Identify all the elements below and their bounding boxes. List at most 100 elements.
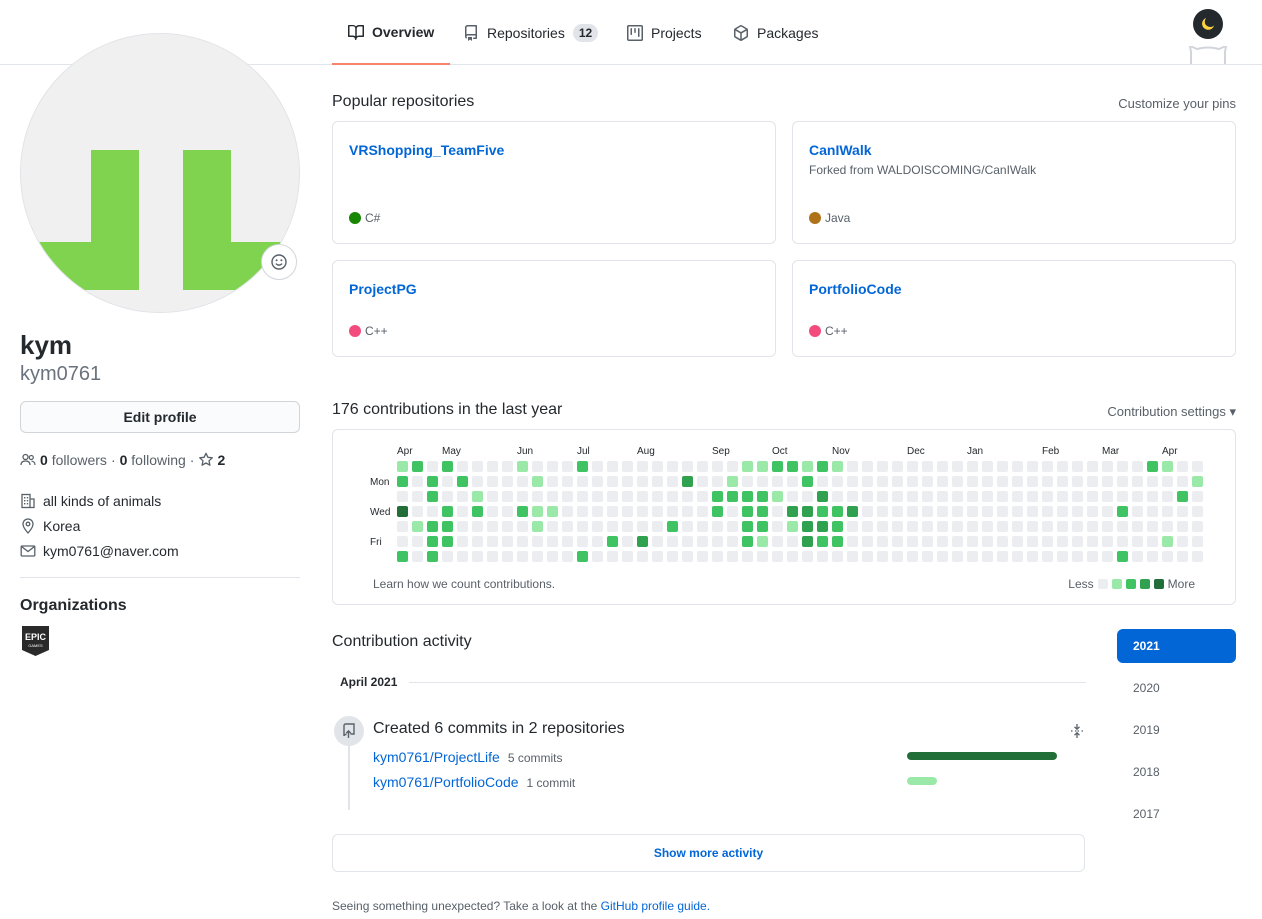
contribution-day[interactable]	[667, 536, 678, 547]
contribution-day[interactable]	[427, 551, 438, 562]
contribution-day[interactable]	[457, 521, 468, 532]
contribution-day[interactable]	[1192, 521, 1203, 532]
contribution-day[interactable]	[577, 521, 588, 532]
contribution-day[interactable]	[892, 461, 903, 472]
contribution-day[interactable]	[712, 551, 723, 562]
contribution-day[interactable]	[442, 476, 453, 487]
contribution-day[interactable]	[397, 506, 408, 517]
contribution-day[interactable]	[1057, 506, 1068, 517]
dark-mode-toggle[interactable]	[1193, 9, 1223, 39]
contribution-day[interactable]	[892, 476, 903, 487]
contribution-day[interactable]	[862, 476, 873, 487]
contribution-day[interactable]	[1162, 551, 1173, 562]
contribution-day[interactable]	[1072, 491, 1083, 502]
contribution-day[interactable]	[502, 491, 513, 502]
contribution-day[interactable]	[1012, 521, 1023, 532]
contribution-day[interactable]	[862, 461, 873, 472]
contribution-day[interactable]	[487, 521, 498, 532]
contribution-day[interactable]	[592, 521, 603, 532]
contribution-day[interactable]	[547, 461, 558, 472]
contribution-day[interactable]	[457, 476, 468, 487]
contribution-day[interactable]	[907, 521, 918, 532]
contribution-day[interactable]	[847, 536, 858, 547]
contribution-day[interactable]	[502, 476, 513, 487]
contribution-day[interactable]	[517, 506, 528, 517]
contribution-day[interactable]	[832, 551, 843, 562]
contribution-day[interactable]	[697, 461, 708, 472]
contribution-day[interactable]	[787, 521, 798, 532]
tab-projects[interactable]: Projects	[611, 0, 718, 65]
contribution-day[interactable]	[1147, 551, 1158, 562]
contribution-day[interactable]	[1042, 491, 1053, 502]
edit-profile-button[interactable]: Edit profile	[20, 401, 300, 433]
contribution-day[interactable]	[1162, 506, 1173, 517]
contribution-day[interactable]	[532, 476, 543, 487]
contribution-day[interactable]	[832, 461, 843, 472]
contribution-day[interactable]	[1117, 521, 1128, 532]
contribution-day[interactable]	[457, 551, 468, 562]
contribution-day[interactable]	[1057, 461, 1068, 472]
contribution-day[interactable]	[562, 551, 573, 562]
contribution-day[interactable]	[697, 521, 708, 532]
contribution-day[interactable]	[472, 461, 483, 472]
contribution-day[interactable]	[1027, 461, 1038, 472]
contribution-day[interactable]	[937, 521, 948, 532]
contribution-day[interactable]	[1117, 476, 1128, 487]
tab-overview[interactable]: Overview	[332, 0, 451, 65]
contribution-day[interactable]	[1012, 551, 1023, 562]
set-status-button[interactable]	[261, 244, 297, 280]
contribution-day[interactable]	[547, 521, 558, 532]
contribution-day[interactable]	[577, 491, 588, 502]
contribution-day[interactable]	[982, 491, 993, 502]
contribution-day[interactable]	[622, 536, 633, 547]
contribution-day[interactable]	[487, 536, 498, 547]
contribution-day[interactable]	[1147, 461, 1158, 472]
contribution-day[interactable]	[967, 461, 978, 472]
contribution-day[interactable]	[802, 506, 813, 517]
contribution-day[interactable]	[622, 476, 633, 487]
contribution-day[interactable]	[952, 476, 963, 487]
contribution-day[interactable]	[967, 491, 978, 502]
contribution-day[interactable]	[697, 551, 708, 562]
contribution-day[interactable]	[802, 476, 813, 487]
contribution-day[interactable]	[922, 536, 933, 547]
fold-icon[interactable]	[1069, 723, 1085, 739]
contribution-day[interactable]	[427, 476, 438, 487]
contribution-day[interactable]	[742, 551, 753, 562]
contribution-day[interactable]	[997, 521, 1008, 532]
contribution-day[interactable]	[1147, 506, 1158, 517]
contribution-day[interactable]	[757, 491, 768, 502]
contribution-day[interactable]	[577, 461, 588, 472]
contribution-day[interactable]	[802, 491, 813, 502]
contribution-day[interactable]	[742, 491, 753, 502]
contribution-day[interactable]	[817, 491, 828, 502]
contribution-day[interactable]	[712, 536, 723, 547]
contribution-day[interactable]	[442, 491, 453, 502]
contribution-day[interactable]	[1102, 536, 1113, 547]
contribution-day[interactable]	[562, 491, 573, 502]
year-link-2020[interactable]: 2020	[1117, 671, 1236, 705]
contribution-day[interactable]	[772, 461, 783, 472]
contribution-day[interactable]	[607, 476, 618, 487]
contribution-day[interactable]	[592, 536, 603, 547]
contribution-day[interactable]	[712, 461, 723, 472]
contribution-day[interactable]	[1117, 461, 1128, 472]
contribution-day[interactable]	[892, 551, 903, 562]
contribution-day[interactable]	[712, 476, 723, 487]
contribution-day[interactable]	[1117, 506, 1128, 517]
contribution-day[interactable]	[907, 491, 918, 502]
contribution-day[interactable]	[1162, 491, 1173, 502]
contribution-day[interactable]	[937, 506, 948, 517]
contribution-day[interactable]	[562, 536, 573, 547]
contribution-day[interactable]	[577, 506, 588, 517]
customize-pins-link[interactable]: Customize your pins	[1118, 96, 1236, 111]
contribution-day[interactable]	[1087, 521, 1098, 532]
contribution-day[interactable]	[667, 551, 678, 562]
followers-link[interactable]: 0 followers	[40, 452, 107, 468]
contribution-day[interactable]	[517, 491, 528, 502]
contribution-day[interactable]	[1087, 551, 1098, 562]
contribution-day[interactable]	[577, 536, 588, 547]
contribution-day[interactable]	[1012, 461, 1023, 472]
contribution-day[interactable]	[442, 461, 453, 472]
contribution-day[interactable]	[742, 506, 753, 517]
